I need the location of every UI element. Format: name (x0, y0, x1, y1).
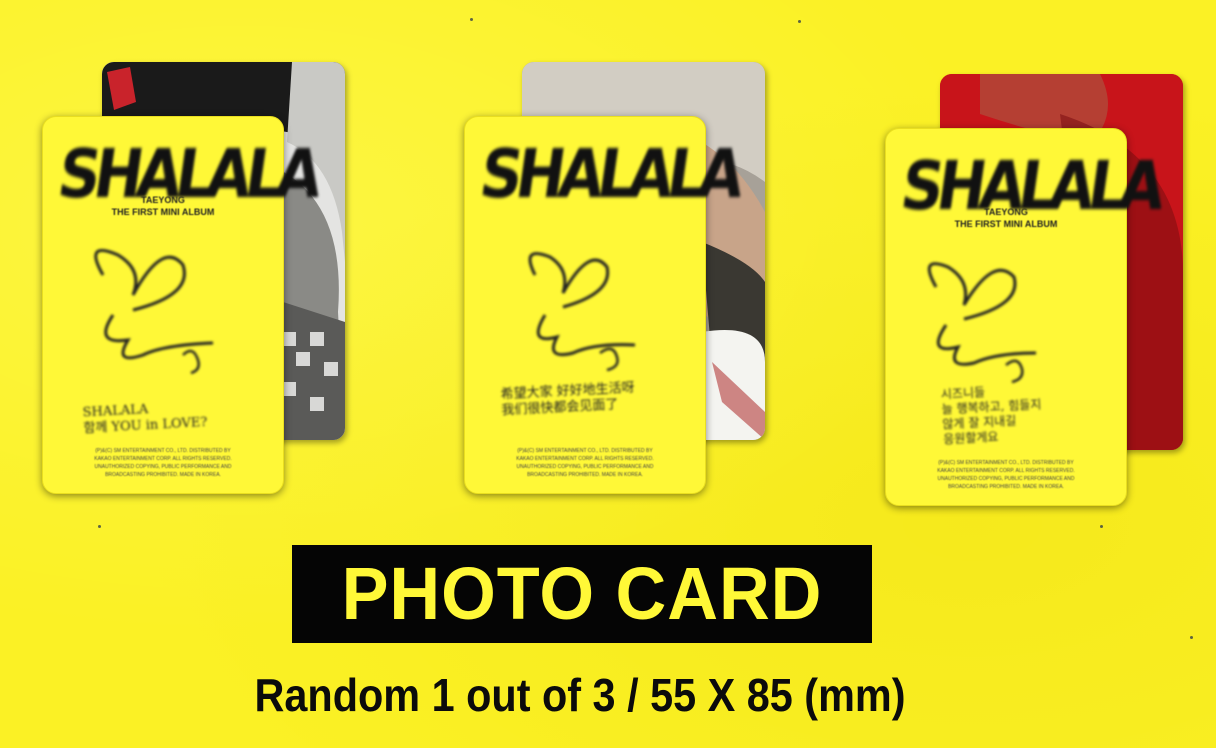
card-3-message: 시즈니들 늘 행복하고, 힘들지 않게 잘 지내길 응원할게요 (940, 385, 1042, 447)
photo-card-subtitle: Random 1 out of 3 / 55 X 85 (mm) (254, 669, 906, 721)
background-speck (798, 20, 801, 23)
card-1-artist: TAEYONG (141, 195, 185, 205)
card-3-legal-text: (P)&(C) SM ENTERTAINMENT CO., LTD. DISTR… (937, 460, 1075, 490)
card-3-front: SHALALA TAEYONG THE FIRST MINI ALBUM 시즈니… (885, 128, 1165, 506)
photo-card-title-box: PHOTO CARD (292, 545, 872, 643)
card-2-signature (528, 252, 636, 372)
card-1-album: THE FIRST MINI ALBUM (111, 207, 215, 217)
card-3-signature (927, 262, 1037, 384)
card-1-front: SHALALA TAEYONG THE FIRST MINI ALBUM SHA… (42, 116, 322, 494)
background-speck (1190, 636, 1193, 639)
card-1-logo: SHALALA (53, 134, 322, 214)
card-3-album: THE FIRST MINI ALBUM (954, 219, 1058, 229)
card-3-artist: TAEYONG (984, 207, 1028, 217)
card-2-legal-text: (P)&(C) SM ENTERTAINMENT CO., LTD. DISTR… (516, 448, 654, 478)
card-2-front: SHALALA 希望大家 好好地生活呀 我们很快都会见面了 (P)&(C) SM… (464, 116, 744, 494)
background-speck (1100, 525, 1103, 528)
card-3-logo: SHALALA (896, 146, 1165, 226)
background-speck (470, 18, 473, 21)
background-speck (98, 525, 101, 528)
card-2-logo: SHALALA (475, 134, 744, 214)
card-1-message: SHALALA 함께 YOU in LOVE? (82, 402, 208, 437)
card-1-legal-text: (P)&(C) SM ENTERTAINMENT CO., LTD. DISTR… (94, 448, 232, 478)
card-1-signature (94, 249, 214, 375)
photo-card-title: PHOTO CARD (341, 552, 823, 635)
